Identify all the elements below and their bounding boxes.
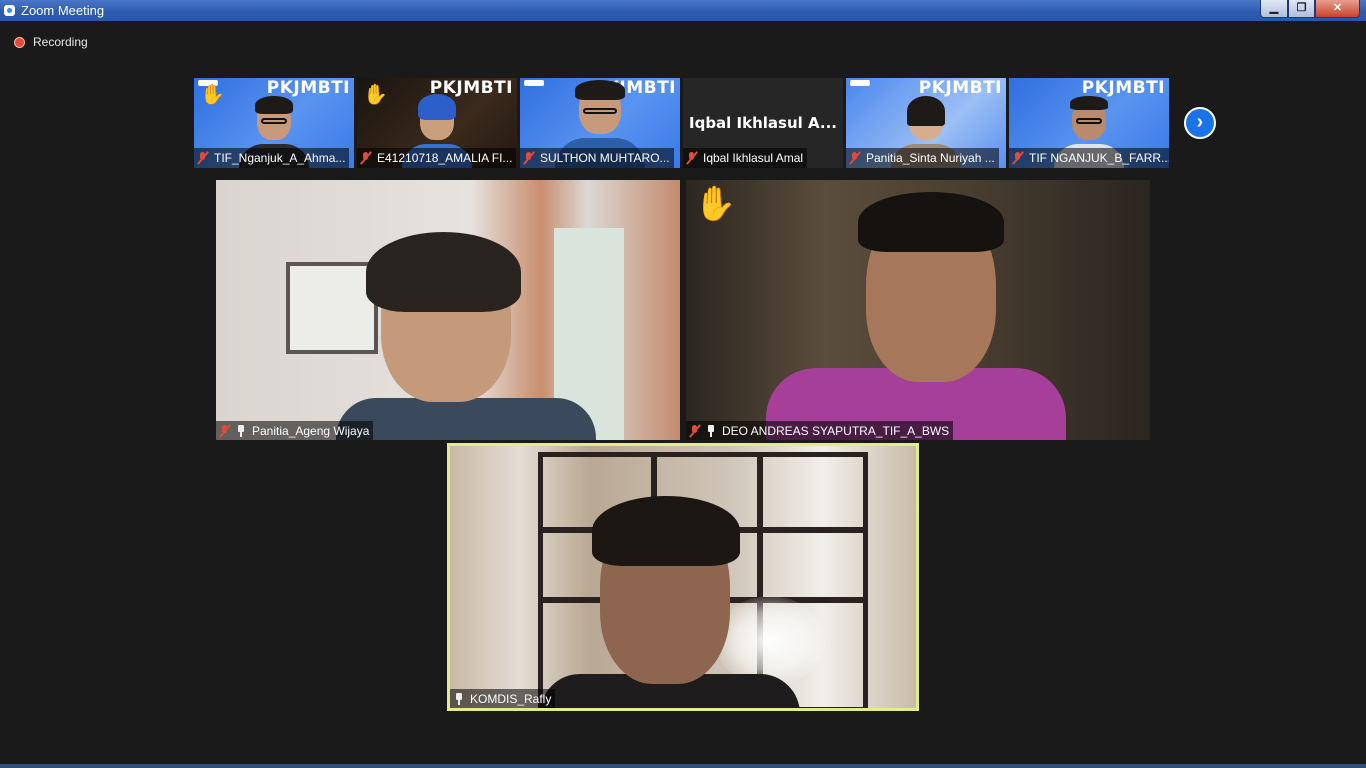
maximize-button[interactable]: ❐ (1288, 0, 1315, 18)
participant-thumbnail[interactable]: PKJMBTI SULTHON MUHTARO... (520, 78, 680, 168)
mic-muted-icon (361, 152, 371, 164)
participant-name-bar: TIF NGANJUK_B_FARR... (1009, 148, 1169, 168)
mic-muted-icon (524, 152, 534, 164)
participant-name: SULTHON MUHTARO... (540, 151, 670, 165)
recording-indicator[interactable]: Recording (14, 35, 88, 49)
pin-icon (236, 424, 246, 437)
wall-picture-frame (286, 262, 378, 354)
event-logo (524, 80, 544, 86)
raised-hand-icon: ✋ (200, 84, 225, 106)
participant-thumbnail[interactable]: PKJMBTI ✋ E41210718_AMALIA FI... (357, 78, 517, 168)
title-bar: Zoom Meeting ▁ ❐ ✕ (0, 0, 1366, 21)
mic-muted-icon (850, 152, 860, 164)
mic-muted-icon (690, 424, 700, 437)
participant-name: DEO ANDREAS SYAPUTRA_TIF_A_BWS (722, 423, 950, 438)
raised-hand-icon: ✋ (363, 84, 388, 106)
zoom-app-icon (4, 5, 15, 16)
participant-hair (858, 192, 1004, 252)
mic-muted-icon (198, 152, 208, 164)
recording-label: Recording (33, 35, 88, 49)
participant-name-bar: DEO ANDREAS SYAPUTRA_TIF_A_BWS (686, 421, 954, 440)
participant-display-name: Iqbal Ikhlasul A... (689, 114, 837, 132)
participant-name: Panitia_Sinta Nuriyah ... (866, 151, 995, 165)
participant-thumbnail[interactable]: PKJMBTI ✋ TIF_Nganjuk_A_Ahma... (194, 78, 354, 168)
video-tile[interactable]: ✋ DEO ANDREAS SYAPUTRA_TIF_A_BWS (686, 180, 1150, 440)
taskbar-edge (0, 764, 1366, 768)
participant-name-bar: Panitia_Ageng Wijaya (216, 421, 374, 440)
minimize-button[interactable]: ▁ (1260, 0, 1288, 18)
window-title: Zoom Meeting (21, 3, 105, 18)
participant-thumbnail[interactable]: Iqbal Ikhlasul A... Iqbal Ikhlasul Amal (683, 78, 843, 168)
participant-name: Panitia_Ageng Wijaya (252, 423, 370, 438)
participant-name: TIF_Nganjuk_A_Ahma... (214, 151, 346, 165)
participant-name-bar: SULTHON MUHTARO... (520, 148, 674, 168)
video-tile[interactable]: Panitia_Ageng Wijaya (216, 180, 680, 440)
pin-icon (454, 692, 464, 705)
participant-name-bar: Panitia_Sinta Nuriyah ... (846, 148, 999, 168)
light-glare (715, 596, 825, 686)
participant-name-bar: Iqbal Ikhlasul Amal (683, 148, 808, 168)
close-button[interactable]: ✕ (1315, 0, 1360, 18)
participant-name: KOMDIS_Rafly (470, 691, 552, 706)
participant-thumbnail[interactable]: PKJMBTI Panitia_Sinta Nuriyah ... (846, 78, 1006, 168)
participant-name: Iqbal Ikhlasul Amal (703, 151, 804, 165)
participant-name-bar: E41210718_AMALIA FI... (357, 148, 517, 168)
participant-name-bar: TIF_Nganjuk_A_Ahma... (194, 148, 350, 168)
mic-muted-icon (687, 152, 697, 164)
pin-icon (706, 424, 716, 437)
participant-name: E41210718_AMALIA FI... (377, 151, 513, 165)
participant-thumbnail[interactable]: PKJMBTI TIF NGANJUK_B_FARR... (1009, 78, 1169, 168)
participant-name: TIF NGANJUK_B_FARR... (1029, 151, 1169, 165)
next-page-button[interactable]: › (1184, 107, 1216, 139)
participant-body (336, 398, 596, 440)
participant-name-bar: KOMDIS_Rafly (450, 689, 556, 708)
window-controls: ▁ ❐ ✕ (1260, 0, 1360, 18)
mic-muted-icon (220, 424, 230, 437)
participant-hair (366, 232, 521, 312)
event-logo (850, 80, 870, 86)
active-speaker-tile[interactable]: KOMDIS_Rafly (447, 443, 919, 711)
mic-muted-icon (1013, 152, 1023, 164)
participant-hair (592, 496, 740, 566)
raised-hand-icon: ✋ (694, 185, 737, 223)
recording-dot-icon (14, 36, 25, 48)
